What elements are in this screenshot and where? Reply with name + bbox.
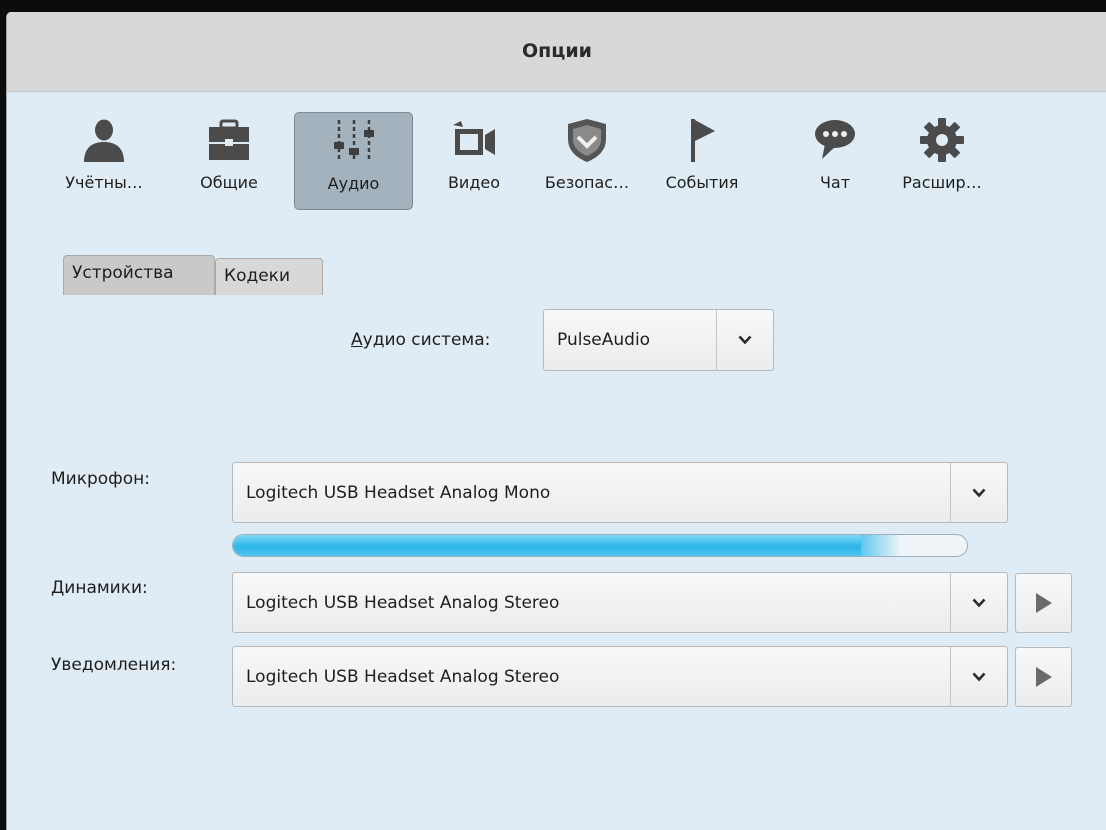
tab-codecs[interactable]: Кодеки — [215, 258, 323, 295]
microphone-value: Logitech USB Headset Analog Mono — [246, 482, 551, 503]
speakers-test-play-button[interactable] — [1015, 573, 1072, 633]
audio-system-dropdown-button[interactable] — [716, 310, 773, 370]
title-bar[interactable]: Опции — [7, 12, 1106, 92]
microphone-level-meter — [232, 534, 968, 557]
microphone-dropdown-button[interactable] — [950, 463, 1007, 522]
user-icon — [84, 119, 124, 162]
tab-label: Кодеки — [224, 266, 290, 286]
microphone-level-fill — [233, 535, 861, 556]
chevron-down-icon — [738, 335, 752, 345]
tab-devices[interactable]: Устройства — [63, 255, 215, 295]
tab-label: Устройства — [72, 263, 174, 283]
chat-bubble-icon — [815, 120, 855, 159]
speakers-select[interactable]: Logitech USB Headset Analog Stereo — [232, 572, 1008, 633]
audio-system-label-text: удио система: — [362, 330, 491, 350]
notifications-label: Уведомления: — [51, 655, 177, 675]
toolbar-item-general[interactable]: Общие — [187, 112, 271, 210]
notifications-dropdown-button[interactable] — [950, 647, 1007, 706]
chevron-down-icon — [972, 598, 986, 607]
video-camera-icon — [453, 121, 495, 155]
toolbar-item-audio[interactable]: Аудио — [294, 112, 413, 210]
toolbar-item-events[interactable]: События — [658, 112, 746, 210]
toolbar-item-advanced[interactable]: Расшир… — [887, 112, 997, 210]
toolbar-label: Безопас… — [544, 173, 630, 192]
toolbar-item-video[interactable]: Видео — [434, 112, 514, 210]
toolbar-label: Расшир… — [902, 173, 982, 192]
toolbar-item-security[interactable]: Безопас… — [535, 112, 639, 210]
play-icon — [1035, 593, 1052, 613]
audio-system-label-mnemonic: А — [351, 330, 363, 350]
speakers-value: Logitech USB Headset Analog Stereo — [246, 592, 560, 613]
audio-system-select[interactable]: PulseAudio — [543, 309, 774, 371]
audio-system-value: PulseAudio — [557, 330, 651, 350]
microphone-label: Микрофон: — [51, 469, 150, 489]
chevron-down-icon — [972, 488, 986, 497]
gear-icon — [920, 118, 964, 162]
chevron-down-icon — [972, 672, 986, 681]
window-title: Опции — [522, 40, 592, 62]
toolbar-item-accounts[interactable]: Учётны… — [49, 112, 159, 210]
notifications-select[interactable]: Logitech USB Headset Analog Stereo — [232, 646, 1008, 707]
toolbar-label: Общие — [200, 173, 258, 192]
toolbar-label: События — [665, 173, 739, 192]
play-icon — [1035, 667, 1052, 687]
flag-icon — [691, 119, 715, 162]
speakers-dropdown-button[interactable] — [950, 573, 1007, 632]
notifications-value: Logitech USB Headset Analog Stereo — [246, 666, 560, 687]
toolbar-label: Видео — [447, 173, 501, 192]
speakers-label: Динамики: — [51, 578, 148, 598]
microphone-select[interactable]: Logitech USB Headset Analog Mono — [232, 462, 1008, 523]
shield-icon — [568, 119, 606, 162]
toolbar-label: Учётны… — [65, 173, 143, 192]
toolbar-label: Чат — [819, 173, 851, 192]
microphone-level-fade — [861, 535, 901, 556]
equalizer-icon — [333, 120, 374, 162]
briefcase-icon — [209, 119, 249, 160]
toolbar-item-chat[interactable]: Чат — [804, 112, 866, 210]
toolbar-label: Аудио — [327, 174, 380, 193]
audio-system-label: Аудио система: — [351, 330, 490, 350]
options-window: Опции Учётны… Общие Аудио Видео Безопас…… — [6, 12, 1106, 830]
notifications-test-play-button[interactable] — [1015, 647, 1072, 707]
